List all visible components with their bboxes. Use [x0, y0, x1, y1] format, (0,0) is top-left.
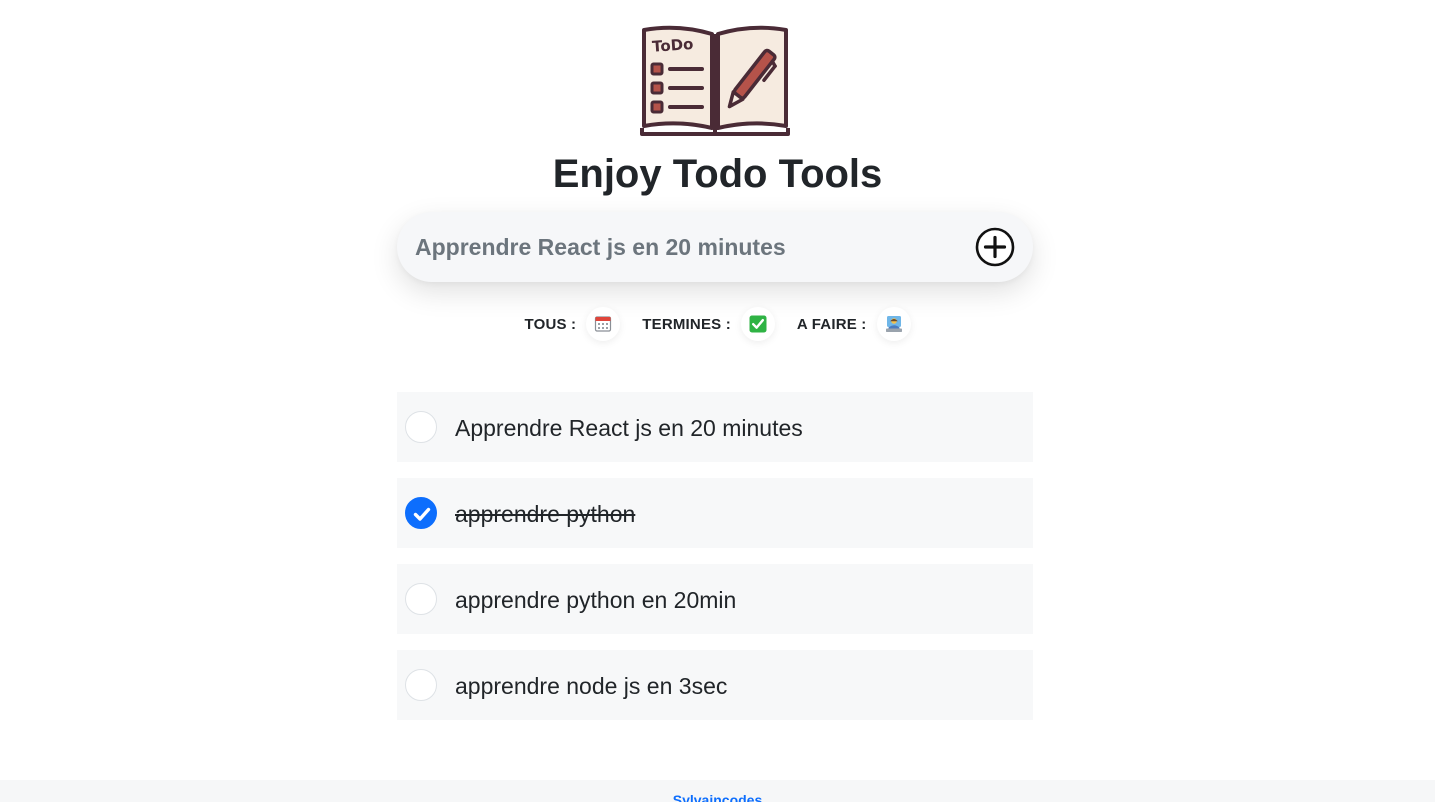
todo-checkbox[interactable] [405, 411, 437, 443]
plus-circle-icon [975, 227, 1015, 267]
todo-item: apprendre python [397, 478, 1033, 548]
filter-done[interactable]: TERMINES : [642, 307, 775, 341]
todo-text: Apprendre React js en 20 minutes [455, 415, 803, 441]
checkmark-icon [413, 507, 431, 521]
todo-input[interactable] [415, 226, 955, 268]
calendar-icon[interactable] [586, 307, 621, 341]
todo-item: apprendre node js en 3sec [397, 650, 1033, 720]
add-todo-button[interactable] [975, 227, 1015, 267]
footer: Sylvaincodes [0, 780, 1435, 802]
logo-text: ToDo [652, 35, 694, 56]
todo-text: apprendre python en 20min [455, 587, 737, 613]
todo-checkbox[interactable] [405, 583, 437, 615]
todo-book-icon: ToDo [640, 25, 790, 136]
filter-all[interactable]: TOUS : [524, 307, 621, 341]
person-at-laptop-icon[interactable] [876, 307, 911, 341]
filter-all-label: TOUS : [524, 315, 577, 333]
todo-item: Apprendre React js en 20 minutes [397, 392, 1033, 462]
page-title: Enjoy Todo Tools [552, 152, 883, 196]
todo-item: apprendre python en 20min [397, 564, 1033, 634]
check-mark-icon[interactable] [740, 307, 775, 341]
todo-app: ToDo Enjoy Todo Tools TOUS : [0, 0, 1435, 802]
filter-todo-label: A FAIRE : [796, 315, 867, 333]
todo-checkbox[interactable] [405, 497, 437, 529]
add-todo-form [397, 212, 1033, 282]
filter-todo[interactable]: A FAIRE : [797, 307, 911, 341]
filter-done-label: TERMINES : [642, 315, 731, 333]
filter-bar: TOUS : TERMINES : A FAIRE: [0, 304, 1435, 344]
footer-author-link[interactable]: Sylvaincodes [673, 792, 763, 802]
todo-text: apprendre node js en 3sec [455, 673, 728, 699]
todo-list: Apprendre React js en 20 minutes apprend… [397, 392, 1033, 736]
todo-text: apprendre python [455, 501, 636, 527]
todo-checkbox[interactable] [405, 669, 437, 701]
